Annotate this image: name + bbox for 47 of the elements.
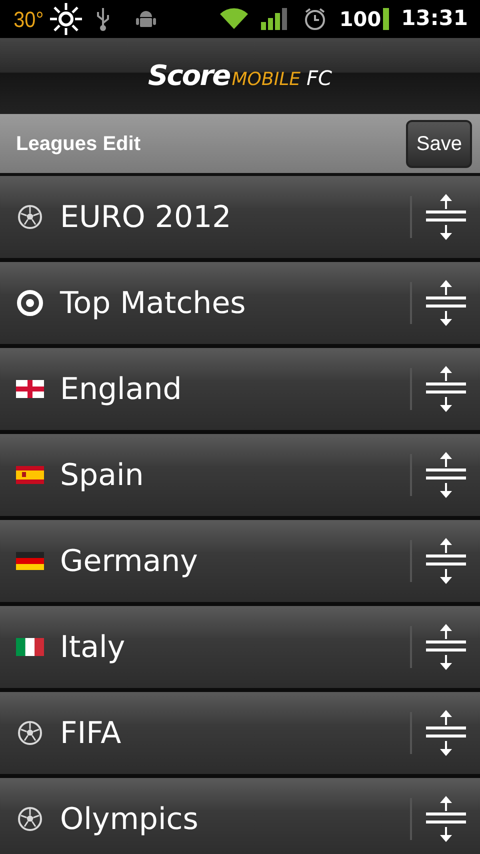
league-row[interactable]: Italy xyxy=(0,606,480,692)
league-row[interactable]: FIFA xyxy=(0,692,480,778)
league-row[interactable]: Germany xyxy=(0,520,480,606)
alarm-clock-icon xyxy=(303,7,328,31)
drag-handle-icon[interactable] xyxy=(424,537,468,585)
drag-handle-icon[interactable] xyxy=(424,365,468,413)
logo-mobile: MOBILE xyxy=(232,68,301,92)
logo-fc: FC xyxy=(306,65,332,92)
logo-score: Score xyxy=(148,58,230,94)
drag-handle-icon[interactable] xyxy=(424,451,468,499)
android-icon xyxy=(135,8,158,30)
drag-handle-icon[interactable] xyxy=(424,795,468,843)
league-name: Olympics xyxy=(60,800,200,838)
battery-percentage: 100 xyxy=(339,6,382,33)
league-row[interactable]: Spain xyxy=(0,434,480,520)
league-name: Top Matches xyxy=(60,284,247,322)
league-name: Spain xyxy=(60,456,145,494)
league-name: Germany xyxy=(60,542,199,580)
soccer-ball-icon xyxy=(17,806,43,832)
signal-icon xyxy=(261,8,288,30)
league-row[interactable]: EURO 2012 xyxy=(0,176,480,262)
clock: 13:31 xyxy=(401,5,468,32)
drag-handle-icon[interactable] xyxy=(424,193,468,241)
soccer-ball-icon xyxy=(17,204,43,230)
league-name: EURO 2012 xyxy=(60,198,232,236)
usb-icon xyxy=(95,6,112,32)
wifi-icon xyxy=(219,7,250,31)
temperature: 30° xyxy=(14,6,44,34)
flag-icon xyxy=(16,552,44,570)
battery-icon xyxy=(383,8,390,30)
target-icon xyxy=(16,289,44,317)
soccer-ball-icon xyxy=(17,720,43,746)
league-name: FIFA xyxy=(60,714,122,752)
league-row[interactable]: England xyxy=(0,348,480,434)
drag-handle-icon[interactable] xyxy=(424,279,468,327)
league-name: Italy xyxy=(60,628,126,666)
drag-handle-icon[interactable] xyxy=(424,623,468,671)
toolbar-title: Leagues Edit xyxy=(16,132,142,156)
flag-icon xyxy=(16,380,44,398)
flag-icon xyxy=(16,638,44,656)
sun-icon xyxy=(49,2,84,36)
league-row[interactable]: Top Matches xyxy=(0,262,480,348)
flag-icon xyxy=(16,466,44,484)
league-row[interactable]: Olympics xyxy=(0,778,480,854)
save-button[interactable]: Save xyxy=(406,120,472,168)
drag-handle-icon[interactable] xyxy=(424,709,468,757)
league-name: England xyxy=(60,370,183,408)
